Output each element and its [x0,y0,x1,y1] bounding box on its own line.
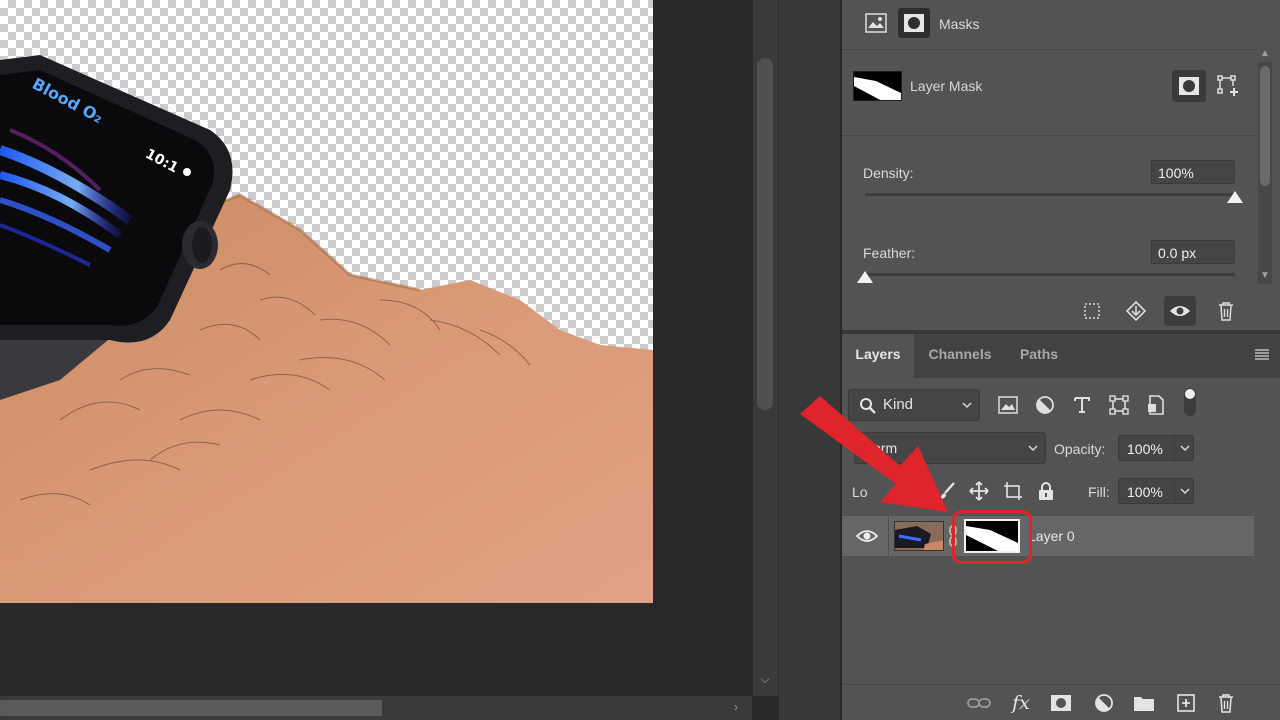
pixel-mask-icon[interactable] [864,11,888,35]
image-filter-icon[interactable] [996,393,1020,417]
blend-mode-select[interactable]: Norm [854,432,1046,464]
layer-mask-row[interactable]: Layer Mask [842,50,1256,136]
link-layers-button[interactable] [966,691,992,715]
lock-pixels-icon[interactable] [936,480,958,502]
search-icon [859,397,877,419]
properties-footer [842,292,1256,330]
delete-mask-button[interactable] [1210,296,1242,326]
lock-position-icon[interactable] [968,480,990,502]
group-folder-icon [1134,697,1154,711]
layer-row-divider [888,516,889,556]
feather-slider-track[interactable] [865,273,1235,276]
fx-icon[interactable]: fx [1008,691,1034,715]
properties-scroll-thumb[interactable] [1260,66,1270,186]
chevron-down-icon [1027,441,1039,457]
properties-header: Masks [842,0,1256,50]
add-vector-mask-icon [1217,75,1238,96]
delete-layer-icon [1219,694,1233,713]
feather-field[interactable]: 0.0 px [1151,240,1235,264]
density-slider-track[interactable] [865,193,1235,196]
lock-artboard-icon[interactable] [1002,480,1024,502]
adjustment-layer-icon [1095,694,1113,712]
add-pixel-mask-button[interactable] [1172,70,1206,102]
add-mask-button[interactable] [1048,691,1074,715]
load-selection-icon [1084,303,1100,319]
scroll-down-icon[interactable]: ⌵ [758,672,772,688]
panel-menu-icon[interactable] [1254,348,1270,362]
canvas-horizontal-scroll-thumb[interactable] [0,700,382,716]
density-label: Density: [863,165,914,181]
layer-kind-filter[interactable]: Kind [848,389,980,421]
adjustment-filter-icon[interactable] [1033,393,1057,417]
document-canvas-area[interactable]: Blood O₂ 10:1 [0,0,752,696]
trash-icon [1219,302,1233,321]
link-layers-icon [967,698,991,708]
layer-name[interactable]: Layer 0 [1028,528,1075,544]
new-group-button[interactable] [1131,691,1157,715]
eye-icon [1170,306,1190,316]
add-pixel-mask-icon [1179,77,1199,95]
document-canvas[interactable]: Blood O₂ 10:1 [0,0,653,603]
new-layer-icon [1177,694,1195,712]
load-selection-button[interactable] [1076,296,1108,326]
apply-mask-icon [1125,300,1147,322]
properties-title: Masks [939,16,980,32]
density-field[interactable]: 100% [1151,160,1235,184]
opacity-label: Opacity: [1054,441,1106,457]
smart-object-filter-icon[interactable] [1144,393,1168,417]
scroll-down-icon[interactable]: ▼ [1260,270,1270,281]
lock-all-icon[interactable] [1035,480,1057,502]
properties-panel: Masks Layer Mask Density: 100% Feather: … [842,0,1280,330]
mask-highlight-annotation [952,510,1032,564]
shape-filter-icon[interactable] [1107,393,1131,417]
lock-label: Lo [852,484,868,500]
fill-label: Fill: [1088,484,1110,500]
panel-dock-gutter [778,0,840,720]
scroll-up-icon[interactable]: ▲ [1260,48,1270,59]
layer-thumbnail[interactable] [894,521,944,551]
add-vector-mask-button[interactable] [1214,72,1242,100]
chevron-down-icon[interactable] [1174,478,1194,504]
toggle-mask-button[interactable] [1164,296,1196,326]
tab-channels[interactable]: Channels [916,334,1004,378]
layers-footer: fx [842,684,1280,720]
tab-paths[interactable]: Paths [1006,334,1072,378]
arm-with-watch-image [0,55,653,603]
filter-toggle-knob[interactable] [1185,389,1195,399]
apply-mask-button[interactable] [1120,296,1152,326]
feather-slider-handle[interactable] [857,271,873,283]
vector-mask-icon[interactable] [898,8,930,38]
layer-row[interactable]: Layer 0 [842,516,1254,556]
type-filter-icon[interactable] [1070,393,1094,417]
feather-label: Feather: [863,245,916,261]
chevron-down-icon [961,398,973,415]
canvas-vertical-scroll-thumb[interactable] [757,58,773,410]
scroll-right-icon[interactable]: › [728,700,744,716]
add-mask-icon [1051,695,1071,711]
kind-filter-value: Kind [883,396,914,413]
new-layer-button[interactable] [1173,691,1199,715]
layers-tab-bar: Layers Channels Paths [842,334,1280,378]
delete-layer-button[interactable] [1213,691,1239,715]
density-slider-handle[interactable] [1227,191,1243,203]
layer-visibility-eye-icon[interactable] [855,526,879,546]
chevron-down-icon[interactable] [1174,435,1194,461]
tab-layers[interactable]: Layers [842,334,914,378]
layers-panel: Layers Channels Paths Kind Norm Opacity:… [842,334,1280,720]
layer-mask-thumbnail [853,71,902,101]
adjustment-layer-button[interactable] [1091,691,1117,715]
layer-mask-label: Layer Mask [910,78,983,94]
blend-mode-value: Norm [863,440,898,456]
